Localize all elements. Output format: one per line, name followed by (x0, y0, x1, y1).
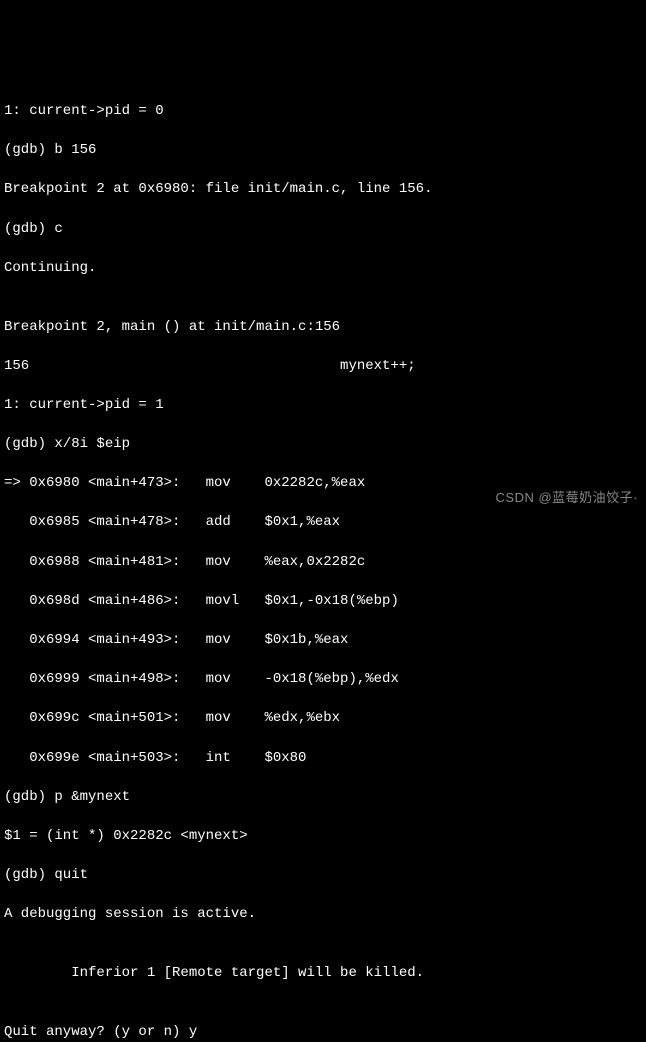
line-breakpoint-set: Breakpoint 2 at 0x6980: file init/main.c… (4, 180, 642, 200)
line-gdb-c: (gdb) c (4, 220, 642, 240)
line-asm-7: 0x699e <main+503>: int $0x80 (4, 749, 642, 769)
line-inferior-kill: Inferior 1 [Remote target] will be kille… (4, 964, 642, 984)
line-asm-3: 0x698d <main+486>: movl $0x1,-0x18(%ebp) (4, 592, 642, 612)
line-continuing: Continuing. (4, 259, 642, 279)
line-breakpoint-hit: Breakpoint 2, main () at init/main.c:156 (4, 318, 642, 338)
line-gdb-p: (gdb) p &mynext (4, 788, 642, 808)
line-asm-2: 0x6988 <main+481>: mov %eax,0x2282c (4, 553, 642, 573)
line-quit-anyway: Quit anyway? (y or n) y (4, 1023, 642, 1042)
watermark-text: CSDN @蓝莓奶油饺子· (496, 489, 638, 507)
line-asm-6: 0x699c <main+501>: mov %edx,%ebx (4, 709, 642, 729)
line-print-result: $1 = (int *) 0x2282c <mynext> (4, 827, 642, 847)
terminal-output: 1: current->pid = 0 (gdb) b 156 Breakpoi… (4, 82, 642, 1042)
line-session-active: A debugging session is active. (4, 905, 642, 925)
line-pid0: 1: current->pid = 0 (4, 102, 642, 122)
line-gdb-b: (gdb) b 156 (4, 141, 642, 161)
line-gdb-quit: (gdb) quit (4, 866, 642, 886)
line-source: 156 mynext++; (4, 357, 642, 377)
line-asm-5: 0x6999 <main+498>: mov -0x18(%ebp),%edx (4, 670, 642, 690)
line-gdb-x8i: (gdb) x/8i $eip (4, 435, 642, 455)
line-pid1: 1: current->pid = 1 (4, 396, 642, 416)
line-asm-1: 0x6985 <main+478>: add $0x1,%eax (4, 513, 642, 533)
line-asm-4: 0x6994 <main+493>: mov $0x1b,%eax (4, 631, 642, 651)
